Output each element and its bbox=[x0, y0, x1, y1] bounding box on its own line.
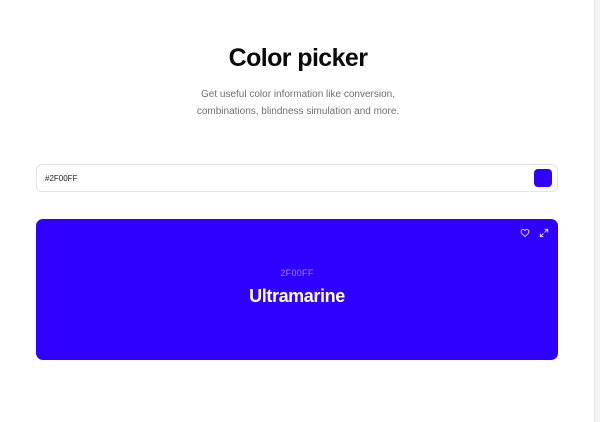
subtitle-line-2: combinations, blindness simulation and m… bbox=[196, 106, 400, 117]
color-input-container bbox=[36, 164, 558, 192]
card-actions bbox=[520, 228, 549, 238]
subtitle-line-1: Get useful color information like conver… bbox=[201, 89, 395, 100]
color-hex-label: 2F00FF bbox=[280, 268, 314, 278]
page-title: Color picker bbox=[228, 44, 368, 72]
expand-icon[interactable] bbox=[539, 228, 549, 238]
page-subtitle: Get useful color information like conver… bbox=[0, 86, 596, 120]
color-swatch-button[interactable] bbox=[534, 169, 552, 187]
heart-icon[interactable] bbox=[520, 228, 530, 238]
color-name: Ultramarine bbox=[249, 286, 345, 306]
hex-color-input[interactable] bbox=[45, 170, 515, 186]
color-preview-card: 2F00FF Ultramarine bbox=[36, 219, 558, 360]
